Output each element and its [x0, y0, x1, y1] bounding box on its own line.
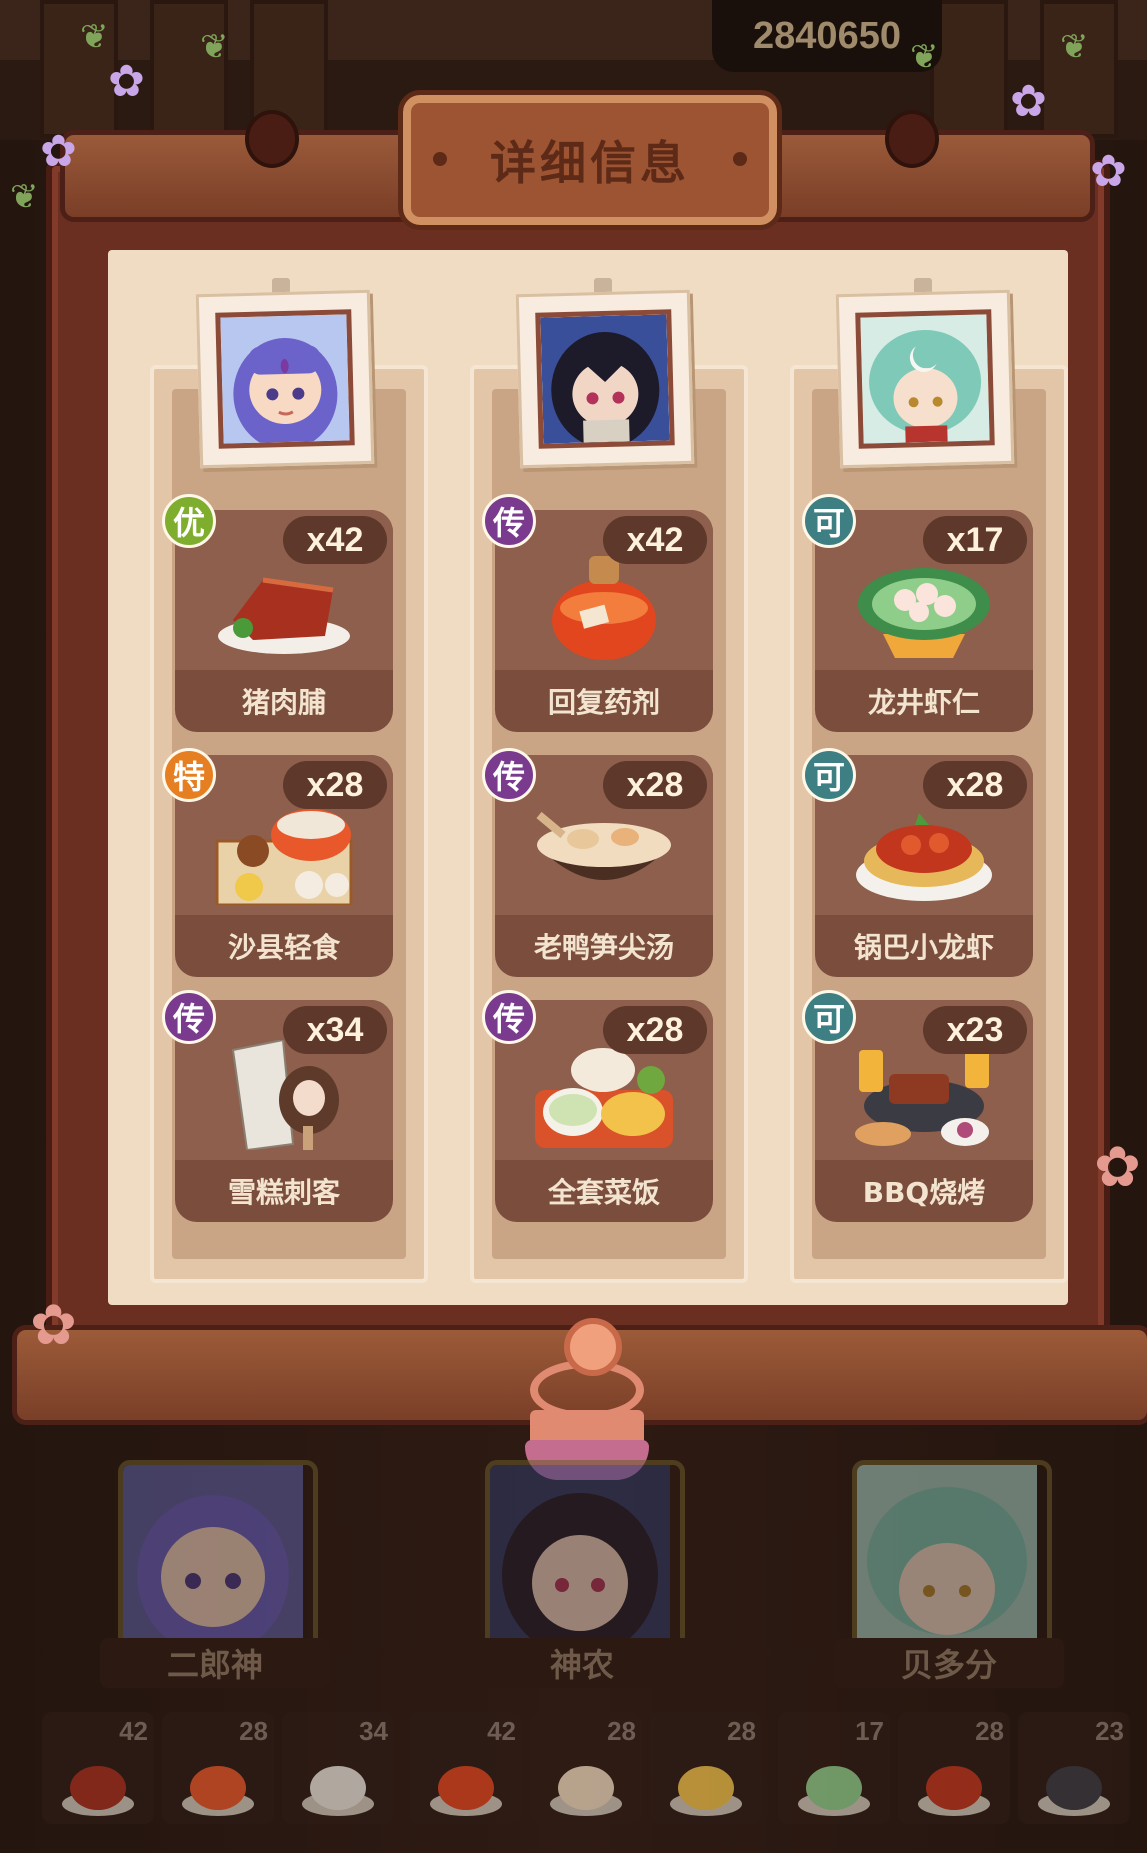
crayfish-icon — [856, 813, 992, 901]
blossom-icon: ✿ — [1094, 1135, 1141, 1200]
quantity-badge: x28 — [923, 761, 1027, 809]
inventory-tile-pork-jerky[interactable]: 42 — [42, 1712, 154, 1824]
grade-badge: 可 — [802, 990, 856, 1044]
avatar — [215, 309, 355, 449]
item-card-shrimp[interactable]: x17 龙井虾仁 — [815, 510, 1033, 732]
portrait-card[interactable] — [515, 289, 695, 469]
inventory-count: 23 — [1095, 1716, 1124, 1746]
plaque-dot — [733, 152, 747, 166]
crayfish-icon — [914, 1748, 994, 1818]
item-name: 回复药剂 — [547, 686, 660, 719]
portrait-card[interactable] — [195, 289, 375, 469]
duck-soup-icon — [546, 1748, 626, 1818]
ice-cream-assassin-icon — [231, 1040, 339, 1150]
inventory-tile-bbq[interactable]: 23 — [1018, 1712, 1130, 1824]
avatar — [535, 309, 675, 449]
potion-icon — [552, 556, 656, 660]
grade-badge: 传 — [482, 990, 536, 1044]
flower-icon: ✿ — [40, 126, 77, 177]
character-name-label: 二郎神 — [100, 1638, 330, 1688]
inventory-tile-crayfish[interactable]: 28 — [898, 1712, 1010, 1824]
item-name: 全套菜饭 — [547, 1176, 660, 1209]
grade-badge: 优 — [162, 494, 216, 548]
portrait-card[interactable] — [835, 289, 1015, 469]
plaque-dot — [433, 152, 447, 166]
quantity-badge: x17 — [923, 516, 1027, 564]
background-shelf — [1040, 0, 1118, 138]
quantity-badge: x42 — [283, 516, 387, 564]
flower-icon: ✿ — [1010, 76, 1047, 127]
title-plaque: 详细信息 — [398, 90, 782, 230]
longjing-shrimp-icon — [858, 568, 990, 658]
grade-badge: 传 — [482, 494, 536, 548]
quantity-badge: x42 — [603, 516, 707, 564]
inventory-count: 28 — [239, 1716, 268, 1746]
inventory-tile-set-meal[interactable]: 28 — [650, 1712, 762, 1824]
item-card-pork-jerky[interactable]: x42 猪肉脯 — [175, 510, 393, 732]
pork-jerky-icon — [218, 577, 350, 654]
inventory-count: 34 — [359, 1716, 388, 1746]
flower-icon: ✿ — [108, 56, 145, 107]
grade-badge: 可 — [802, 748, 856, 802]
quantity-badge: x28 — [603, 761, 707, 809]
shaxian-snack-icon — [178, 1748, 258, 1818]
bbq-icon — [855, 1046, 989, 1146]
inventory-count: 28 — [727, 1716, 756, 1746]
leaf-icon: ❦ — [1060, 27, 1089, 67]
pork-jerky-icon — [58, 1748, 138, 1818]
duck-soup-icon — [536, 811, 671, 880]
blossom-icon: ✿ — [30, 1293, 77, 1358]
bbq-icon — [1034, 1748, 1114, 1818]
item-name: 猪肉脯 — [241, 686, 326, 719]
shrimp-icon — [794, 1748, 874, 1818]
grade-badge: 传 — [162, 990, 216, 1044]
inventory-count: 28 — [975, 1716, 1004, 1746]
background-shelf — [150, 0, 228, 138]
quantity-badge: x28 — [603, 1006, 707, 1054]
character-name-label: 神农 — [467, 1638, 697, 1688]
quantity-badge: x23 — [923, 1006, 1027, 1054]
set-meal-icon — [666, 1748, 746, 1818]
grade-badge: 特 — [162, 748, 216, 802]
inventory-count: 42 — [119, 1716, 148, 1746]
shaxian-snack-icon — [215, 809, 353, 905]
item-name: 龙井虾仁 — [867, 686, 980, 719]
leaf-icon: ❦ — [200, 27, 229, 67]
inventory-count: 17 — [855, 1716, 884, 1746]
grade-badge: 传 — [482, 748, 536, 802]
leaf-icon: ❦ — [10, 177, 39, 217]
inventory-count: 28 — [607, 1716, 636, 1746]
rope-knot-icon — [885, 110, 939, 168]
inventory-tile-duck-soup[interactable]: 28 — [530, 1712, 642, 1824]
inventory-tile-ice-cream[interactable]: 34 — [282, 1712, 394, 1824]
quantity-badge: x28 — [283, 761, 387, 809]
item-name: 锅巴小龙虾 — [853, 931, 994, 964]
dialog-title: 详细信息 — [490, 136, 690, 190]
flower-icon: ✿ — [1090, 146, 1127, 197]
inventory-tile-potion[interactable]: 42 — [410, 1712, 522, 1824]
inventory-count: 42 — [487, 1716, 516, 1746]
grade-badge: 可 — [802, 494, 856, 548]
leaf-icon: ❦ — [80, 17, 109, 57]
ice-cream-icon — [298, 1748, 378, 1818]
avatar — [855, 309, 995, 449]
score-counter: 2840650 — [712, 0, 942, 72]
item-name: 雪糕刺客 — [227, 1176, 340, 1209]
inventory-tile-shaxian-snack[interactable]: 28 — [162, 1712, 274, 1824]
character-name-label: 贝多分 — [834, 1638, 1064, 1688]
inventory-tile-shrimp[interactable]: 17 — [778, 1712, 890, 1824]
item-name: BBQ烧烤 — [862, 1176, 986, 1209]
rope-knot-icon — [245, 110, 299, 168]
leaf-icon: ❦ — [910, 37, 939, 77]
item-name: 老鸭笋尖汤 — [533, 931, 674, 964]
quantity-badge: x34 — [283, 1006, 387, 1054]
potion-icon — [426, 1748, 506, 1818]
item-card-potion[interactable]: x42 回复药剂 — [495, 510, 713, 732]
set-meal-icon — [535, 1048, 673, 1148]
item-name: 沙县轻食 — [227, 931, 340, 964]
